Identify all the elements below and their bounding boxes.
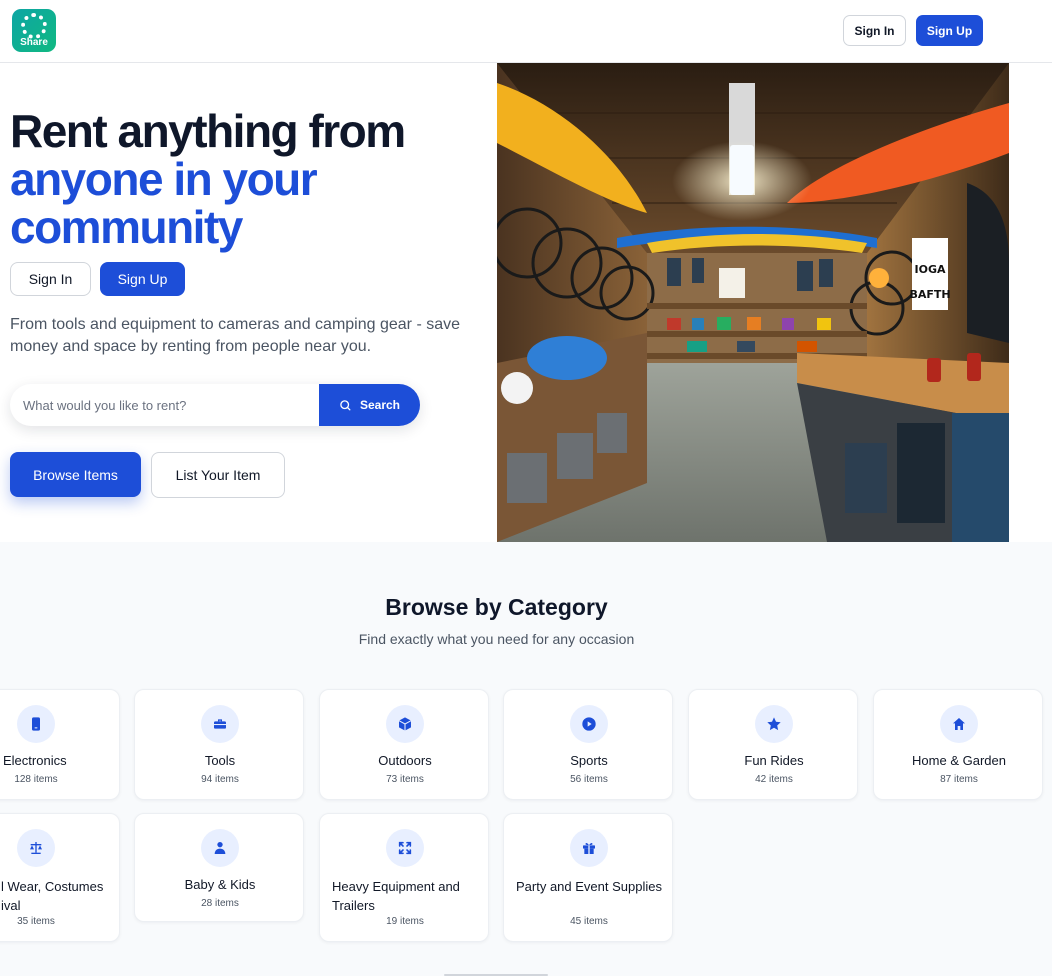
scale-icon	[17, 829, 55, 867]
category-count: 42 items	[755, 774, 793, 785]
category-name: Home & Garden	[912, 753, 1006, 768]
category-count: 87 items	[940, 774, 978, 785]
category-count: 128 items	[14, 774, 58, 785]
hero-description: From tools and equipment to cameras and …	[10, 316, 461, 355]
category-subtitle: Find exactly what you need for any occas…	[358, 631, 635, 647]
category-card-home-garden[interactable]: Home & Garden 87 items	[873, 689, 1043, 800]
expand-icon	[386, 829, 424, 867]
top-navbar: Share Sign In Sign Up	[0, 0, 1052, 63]
smartphone-icon	[17, 705, 55, 743]
category-name: Outdoors	[378, 753, 432, 768]
category-count: 19 items	[386, 916, 424, 927]
category-name: Baby & Kids	[184, 877, 256, 892]
category-card-party-event[interactable]: Party and Event Supplies 45 items	[503, 813, 673, 942]
image-sign-text: IOGA	[915, 263, 946, 276]
category-name: Heavy Equipment and Trailers	[332, 879, 460, 913]
category-card-baby-kids[interactable]: Baby & Kids 28 items	[134, 813, 304, 922]
category-count: 56 items	[570, 774, 608, 785]
hero-title-line2: anyone in your	[10, 153, 318, 205]
logo-text: Share	[20, 37, 48, 48]
category-card-tools[interactable]: Tools 94 items	[134, 689, 304, 800]
hero-sign-up-button[interactable]: Sign Up	[100, 262, 185, 296]
hero-title-line1: Rent anything from	[10, 105, 406, 157]
category-count: 28 items	[201, 898, 239, 909]
category-count: 35 items	[17, 916, 55, 927]
category-count: 45 items	[570, 916, 608, 927]
share-logo[interactable]: Share	[12, 9, 56, 52]
home-icon	[940, 705, 978, 743]
person-icon	[201, 829, 239, 867]
garage-illustration: IOGA BAFTH	[497, 63, 1009, 542]
search-input[interactable]	[10, 384, 319, 426]
category-name: Electronics	[3, 753, 67, 768]
category-name: Sports	[570, 753, 608, 768]
hero-title: Rent anything from anyone in your commun…	[10, 105, 406, 253]
category-card-wear-costumes[interactable]: l Wear, Costumes ival 35 items	[0, 813, 120, 942]
play-circle-icon	[570, 705, 608, 743]
category-card-outdoors[interactable]: Outdoors 73 items	[319, 689, 489, 800]
category-name: Tools	[204, 753, 236, 768]
category-card-fun-rides[interactable]: Fun Rides 42 items	[688, 689, 858, 800]
category-card-sports[interactable]: Sports 56 items	[503, 689, 673, 800]
category-card-heavy-equipment[interactable]: Heavy Equipment and Trailers 19 items	[319, 813, 489, 942]
search-icon	[340, 399, 351, 410]
category-name-line1: l Wear, Costumes	[1, 879, 104, 894]
header-sign-up-button[interactable]: Sign Up	[916, 15, 983, 46]
svg-text:BAFTH: BAFTH	[909, 288, 950, 301]
search-button-label: Search	[359, 398, 401, 412]
category-name: l Wear, Costumes ival	[1, 877, 151, 915]
search-bar: Search	[10, 384, 420, 426]
category-name: Fun Rides	[744, 753, 804, 768]
category-count: 94 items	[201, 774, 239, 785]
star-icon	[755, 705, 793, 743]
search-button[interactable]: Search	[319, 384, 420, 426]
category-title: Browse by Category	[385, 594, 608, 620]
hero-sign-in-button[interactable]: Sign In	[10, 262, 91, 296]
hero-garage-image: IOGA BAFTH	[497, 63, 1009, 542]
box-icon	[386, 705, 424, 743]
category-count: 73 items	[386, 774, 424, 785]
gift-icon	[570, 829, 608, 867]
list-your-item-button[interactable]: List Your Item	[151, 452, 285, 498]
logo-ring-icon	[21, 13, 47, 39]
category-name-line2: ival	[1, 898, 21, 913]
browse-items-button[interactable]: Browse Items	[10, 452, 141, 497]
category-card-electronics[interactable]: Electronics 128 items	[0, 689, 120, 800]
category-name: Party and Event Supplies	[516, 879, 662, 894]
header-sign-in-button[interactable]: Sign In	[843, 15, 906, 46]
hero-title-line3: community	[10, 201, 243, 253]
toolbox-icon	[201, 705, 239, 743]
